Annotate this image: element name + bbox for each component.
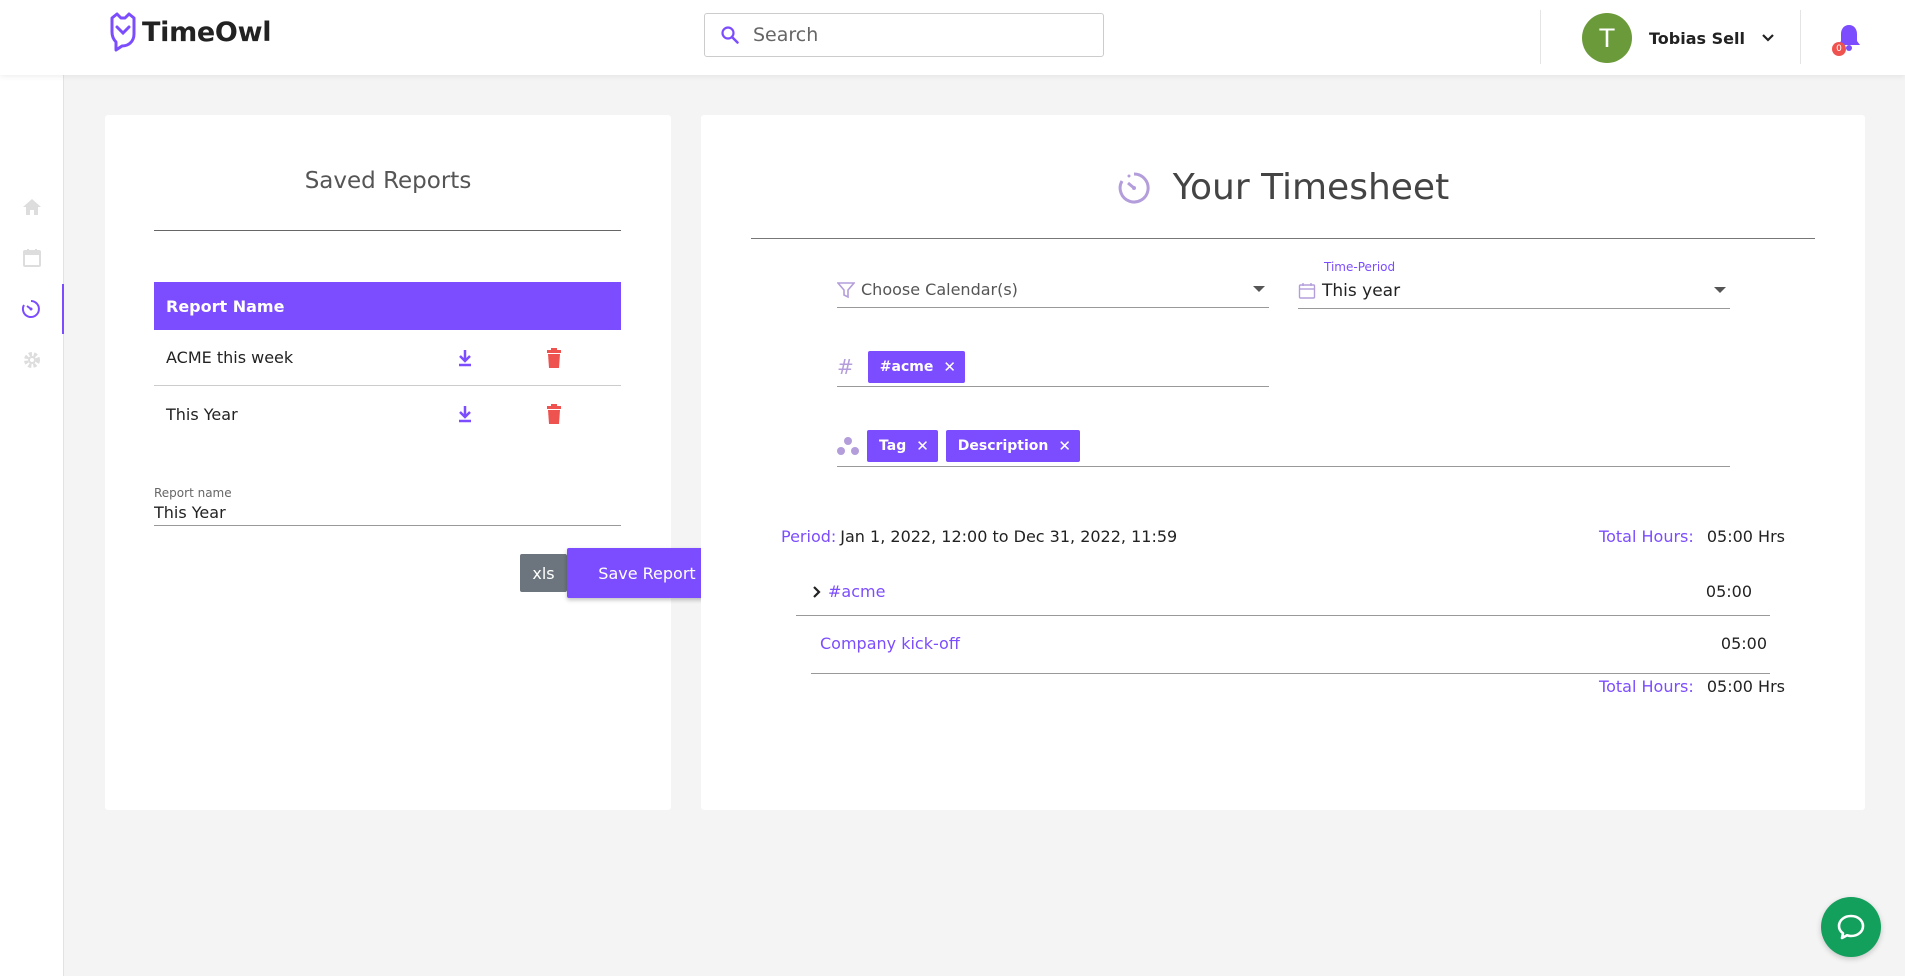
search-icon bbox=[721, 26, 739, 44]
search-box[interactable] bbox=[704, 13, 1104, 57]
period-summary: Period: Jan 1, 2022, 12:00 to Dec 31, 20… bbox=[781, 527, 1785, 546]
logo-text: TimeOwl bbox=[142, 16, 272, 48]
list-item[interactable]: Company kick-off 05:00 bbox=[811, 616, 1770, 674]
saved-reports-title: Saved Reports bbox=[304, 168, 472, 194]
time-period-value: This year bbox=[1322, 280, 1401, 301]
table-header: Report Name bbox=[154, 282, 621, 330]
group-by-field[interactable]: Tag ✕ Description ✕ bbox=[837, 426, 1730, 467]
divider bbox=[154, 230, 621, 231]
bottom-total-hours: Total Hours: 05:00 Hrs bbox=[1599, 677, 1785, 696]
timesheet-heading: Your Timesheet bbox=[701, 167, 1865, 208]
close-icon[interactable]: ✕ bbox=[1058, 437, 1071, 455]
close-icon[interactable]: ✕ bbox=[916, 437, 929, 455]
table-row[interactable]: ACME this week bbox=[154, 330, 621, 386]
item-label[interactable]: Company kick-off bbox=[820, 634, 960, 653]
trash-icon[interactable] bbox=[544, 346, 564, 370]
search-input[interactable] bbox=[753, 24, 1073, 46]
divider bbox=[751, 238, 1815, 239]
calendar-icon bbox=[23, 249, 41, 267]
total-label: Total Hours: bbox=[1599, 677, 1694, 696]
caret-down-icon[interactable] bbox=[1253, 286, 1265, 292]
download-icon[interactable] bbox=[455, 347, 475, 369]
item-value: 05:00 bbox=[1720, 634, 1767, 653]
report-name-label: Report name bbox=[154, 486, 232, 500]
saved-reports-table: Report Name ACME this week This Year bbox=[154, 282, 621, 442]
user-name[interactable]: Tobias Sell bbox=[1649, 29, 1745, 48]
timesheet-icon bbox=[21, 300, 40, 318]
chevron-right-icon[interactable] bbox=[812, 585, 822, 599]
sidebar-item-settings[interactable] bbox=[0, 335, 64, 385]
saved-reports-card: Saved Reports Report Name ACME this week… bbox=[105, 115, 727, 810]
chat-button[interactable] bbox=[1821, 897, 1881, 957]
header-divider bbox=[1800, 10, 1801, 64]
total-hours: Total Hours: 05:00 Hrs bbox=[1599, 527, 1785, 546]
download-icon[interactable] bbox=[455, 403, 475, 425]
avatar[interactable]: T bbox=[1582, 13, 1632, 63]
total-value: 05:00 Hrs bbox=[1706, 527, 1785, 546]
timesheet-card: Your Timesheet Choose Calendar(s) Time-P… bbox=[701, 115, 1865, 810]
hash-icon: # bbox=[837, 354, 854, 379]
owl-logo-icon bbox=[110, 12, 136, 52]
list-item[interactable]: #acme 05:00 bbox=[796, 571, 1770, 616]
close-icon[interactable]: ✕ bbox=[943, 358, 956, 376]
period-value: Jan 1, 2022, 12:00 to Dec 31, 2022, 11:5… bbox=[840, 527, 1178, 546]
chip-label: Description bbox=[957, 438, 1049, 454]
table-row[interactable]: This Year bbox=[154, 386, 621, 442]
sidebar bbox=[0, 75, 64, 976]
user-menu[interactable]: T Tobias Sell bbox=[1582, 13, 1775, 63]
chip-tag-acme[interactable]: #acme ✕ bbox=[867, 350, 965, 383]
filter-icon bbox=[837, 281, 855, 298]
chat-bubble-icon bbox=[1837, 914, 1865, 940]
caret-down-icon[interactable] bbox=[1714, 287, 1726, 293]
report-name-field[interactable] bbox=[154, 499, 621, 526]
tag-filter[interactable]: # #acme ✕ bbox=[837, 347, 1269, 387]
total-label: Total Hours: bbox=[1599, 527, 1694, 546]
group-label[interactable]: #acme bbox=[828, 582, 885, 601]
report-name[interactable]: This Year bbox=[154, 405, 238, 424]
page-title: Your Timesheet bbox=[1172, 167, 1450, 208]
period-label: Period: bbox=[781, 527, 837, 546]
gear-icon bbox=[24, 352, 40, 368]
sidebar-item-home[interactable] bbox=[0, 182, 64, 232]
total-value: 05:00 Hrs bbox=[1706, 677, 1785, 696]
chip-label: Tag bbox=[879, 438, 907, 454]
header-divider bbox=[1540, 10, 1541, 64]
top-header: TimeOwl T Tobias Sell 0 bbox=[0, 0, 1905, 75]
app-logo[interactable]: TimeOwl bbox=[108, 12, 271, 52]
notification-badge: 0 bbox=[1832, 42, 1846, 56]
chip-group-tag[interactable]: Tag ✕ bbox=[867, 430, 938, 462]
group-value: 05:00 bbox=[1705, 582, 1752, 601]
calendar-icon bbox=[1298, 282, 1316, 299]
time-period-label: Time-Period bbox=[1324, 260, 1396, 274]
chip-label: #acme bbox=[879, 358, 934, 375]
calendar-placeholder: Choose Calendar(s) bbox=[861, 280, 1018, 299]
timesheet-icon bbox=[1118, 171, 1150, 203]
time-period-select[interactable]: This year bbox=[1298, 273, 1730, 309]
hierarchy-icon bbox=[837, 437, 859, 455]
calendar-select[interactable]: Choose Calendar(s) bbox=[837, 272, 1269, 308]
report-name[interactable]: ACME this week bbox=[154, 348, 293, 367]
chip-group-description[interactable]: Description ✕ bbox=[945, 430, 1080, 462]
sidebar-item-timesheet[interactable] bbox=[0, 284, 64, 334]
chevron-down-icon[interactable] bbox=[1761, 33, 1775, 43]
trash-icon[interactable] bbox=[544, 402, 564, 426]
home-icon bbox=[23, 199, 41, 215]
xls-button[interactable]: xls bbox=[520, 554, 567, 592]
sidebar-item-calendar[interactable] bbox=[0, 233, 64, 283]
